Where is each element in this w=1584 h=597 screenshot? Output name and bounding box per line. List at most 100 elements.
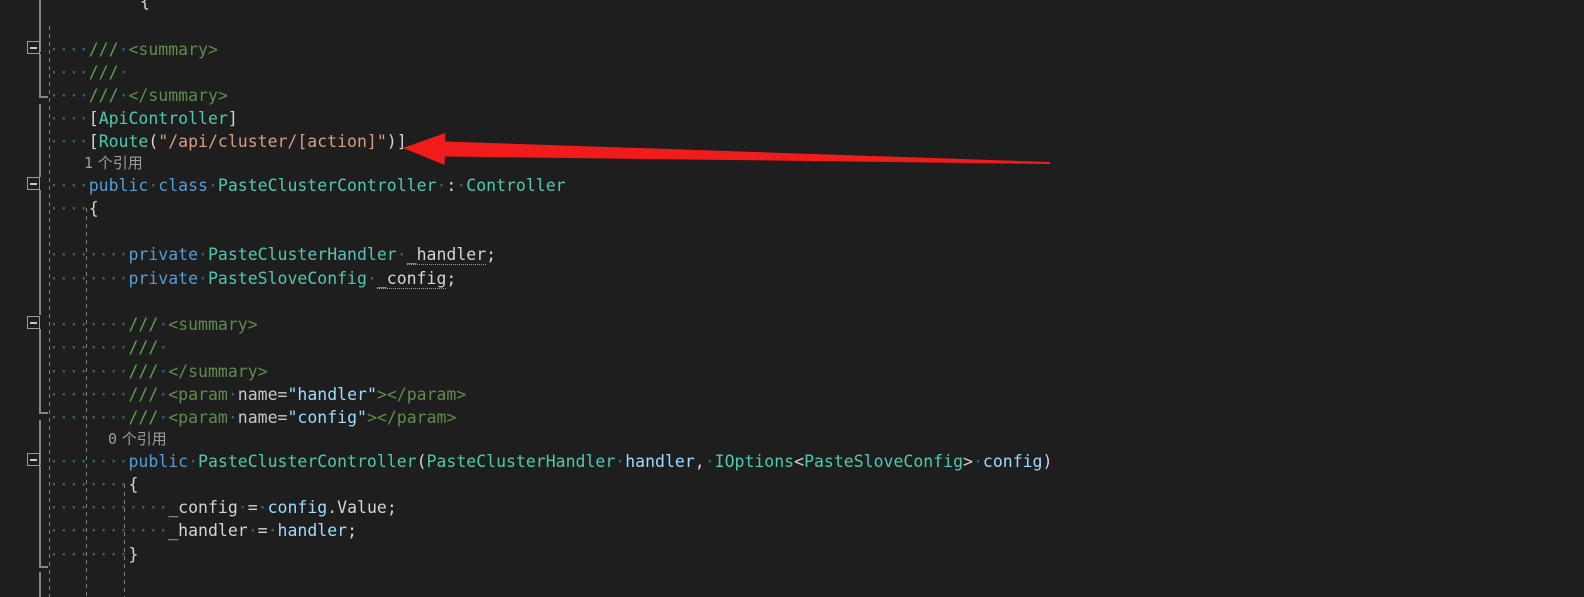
- code-token: handler: [277, 521, 348, 540]
- code-token: (: [148, 132, 159, 151]
- code-token: ····: [128, 498, 169, 517]
- code-token: ····: [88, 475, 129, 494]
- codelens-reference-count[interactable]: 1 个引用: [84, 152, 143, 174]
- code-token: name: [237, 385, 278, 404]
- code-line[interactable]: ····///·: [0, 61, 129, 85]
- code-token: [: [88, 132, 99, 151]
- code-token: (: [416, 452, 427, 471]
- code-token: ····: [49, 521, 89, 540]
- code-token: {: [140, 0, 150, 11]
- code-line[interactable]: ········///·: [0, 336, 168, 360]
- code-line[interactable]: ····public·class·PasteClusterController·…: [0, 174, 566, 198]
- code-token: Route: [98, 132, 149, 151]
- code-token: ····: [88, 338, 129, 357]
- code-token: ····: [49, 86, 89, 105]
- code-token: "handler": [287, 385, 377, 404]
- code-token: ///: [88, 40, 119, 59]
- code-line[interactable]: ········{: [0, 473, 138, 497]
- code-token: ·: [118, 86, 129, 105]
- code-token: =: [257, 521, 268, 540]
- code-token: </param>: [386, 385, 467, 404]
- code-token: _handler: [168, 521, 248, 540]
- code-token: private: [128, 269, 199, 288]
- code-line[interactable]: ········///·<param·name="config"></param…: [0, 406, 456, 430]
- codelens-count-label: 个引用: [117, 430, 167, 448]
- code-editor[interactable]: {····///·<summary> ····///· ····///·</summ…: [0, 0, 1584, 597]
- code-token: ·: [704, 452, 715, 471]
- code-token: ·: [366, 269, 377, 288]
- code-token: "/api/cluster/[action]": [158, 132, 387, 151]
- code-token: ·: [158, 385, 169, 404]
- code-token: ·: [456, 176, 467, 195]
- code-token: ····: [88, 385, 129, 404]
- codelens-count-label: 个引用: [93, 154, 143, 172]
- code-token: .: [327, 498, 338, 517]
- code-token: ///: [128, 338, 159, 357]
- code-token: ·: [396, 245, 407, 264]
- code-line[interactable]: ········///·<summary>: [0, 313, 258, 337]
- code-line[interactable]: ········///·</summary>: [0, 360, 268, 384]
- code-token: ····: [49, 315, 89, 334]
- code-token: ····: [49, 176, 89, 195]
- code-token: ····: [49, 269, 89, 288]
- code-token: ····: [88, 498, 129, 517]
- code-line[interactable]: ····{: [0, 197, 99, 221]
- code-token: ····: [49, 109, 89, 128]
- code-token: ····: [88, 315, 129, 334]
- code-token: ····: [88, 408, 129, 427]
- code-line[interactable]: ········private·PasteClusterHandler·_han…: [0, 243, 496, 267]
- code-token: =: [277, 385, 288, 404]
- code-token: >: [366, 408, 377, 427]
- code-token: config: [982, 452, 1043, 471]
- code-token: PasteClusterController: [198, 452, 417, 471]
- code-token: <summary>: [128, 40, 218, 59]
- code-token: ·: [198, 269, 208, 288]
- code-token: ApiController: [98, 109, 228, 128]
- code-token: ;: [486, 245, 497, 264]
- code-token: ····: [49, 362, 89, 381]
- code-line[interactable]: ········public·PasteClusterController(Pa…: [0, 450, 1052, 474]
- code-line[interactable]: [0, 220, 49, 244]
- code-token: ·: [188, 452, 199, 471]
- code-token: ····: [88, 452, 129, 471]
- code-line[interactable]: ····///·<summary>: [0, 38, 218, 62]
- code-token: ///: [128, 385, 159, 404]
- code-token: public: [128, 452, 189, 471]
- code-line[interactable]: ············_config·=·config.Value;: [0, 496, 397, 520]
- code-token: </summary>: [168, 362, 268, 381]
- code-line[interactable]: ········///·<param·name="handler"></para…: [0, 383, 466, 407]
- code-token: ·: [257, 498, 268, 517]
- code-line[interactable]: ····[ApiController]: [0, 107, 238, 131]
- code-token: =: [247, 498, 258, 517]
- code-token: <summary>: [168, 315, 258, 334]
- code-line[interactable]: ········private·PasteSloveConfig·_config…: [0, 267, 456, 291]
- code-token: Value: [337, 498, 387, 517]
- code-line[interactable]: [0, 290, 49, 314]
- code-token: ·: [118, 40, 129, 59]
- code-line[interactable]: ········}: [0, 543, 138, 567]
- code-token: </summary>: [128, 86, 228, 105]
- code-line[interactable]: ····///·</summary>: [0, 84, 228, 108]
- code-token: ·: [436, 176, 447, 195]
- code-token: ····: [49, 385, 89, 404]
- codelens-count-number: 1: [84, 154, 94, 172]
- codelens-reference-count[interactable]: 0 个引用: [108, 428, 167, 450]
- code-line[interactable]: ····[Route("/api/cluster/[action]")]: [0, 130, 407, 154]
- code-token: </param>: [376, 408, 457, 427]
- code-token: <: [794, 452, 805, 471]
- code-token: PasteClusterController: [217, 176, 437, 195]
- code-token: ///: [128, 408, 159, 427]
- code-token: )]: [386, 132, 407, 151]
- code-token: ·: [158, 362, 169, 381]
- code-token: ····: [49, 245, 89, 264]
- code-token: {: [88, 199, 99, 218]
- code-token: ····: [49, 498, 89, 517]
- code-token: ·: [227, 408, 238, 427]
- code-token: ·: [615, 452, 626, 471]
- code-token: ····: [49, 132, 89, 151]
- code-token: PasteSloveConfig: [804, 452, 964, 471]
- codelens-count-number: 0: [108, 430, 118, 448]
- code-line[interactable]: ············_handler·=·handler;: [0, 519, 357, 543]
- code-token: ····: [49, 199, 89, 218]
- code-line[interactable]: {: [0, 0, 150, 14]
